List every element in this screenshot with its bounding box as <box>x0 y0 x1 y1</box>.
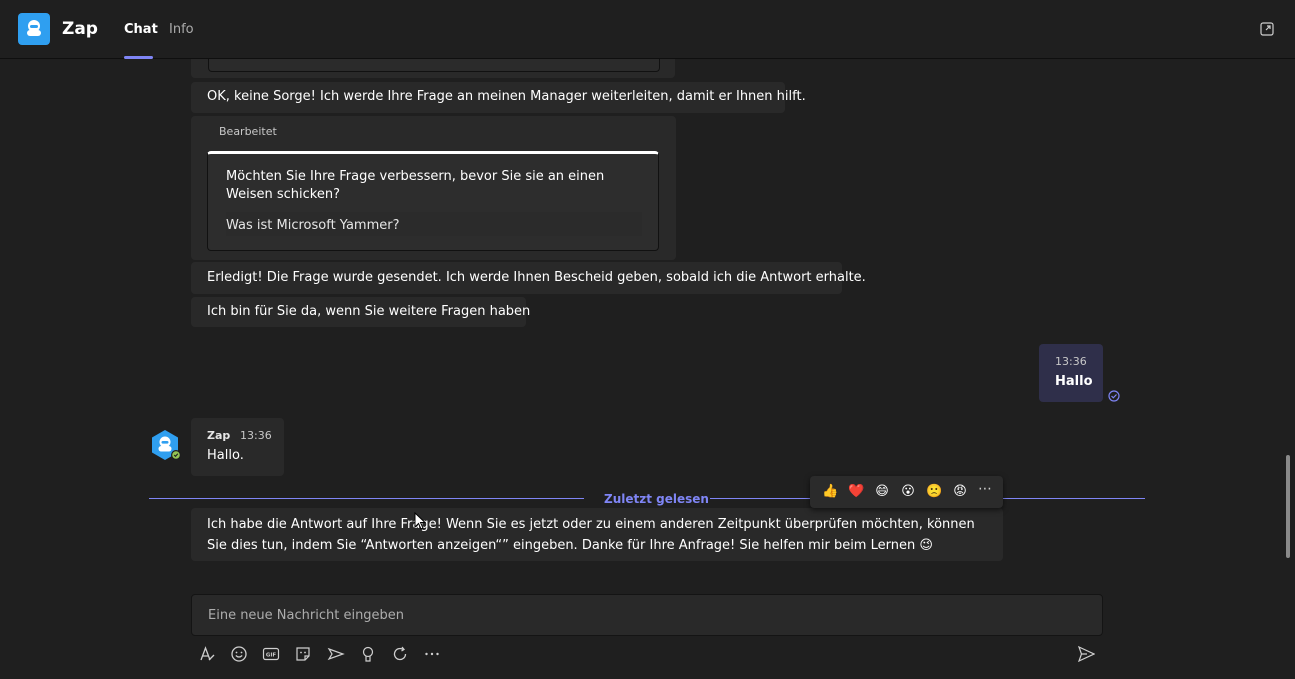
message-text: Erledigt! Die Frage wurde gesendet. Ich … <box>207 270 866 285</box>
self-message: 13:36 Hallo <box>1039 344 1103 402</box>
message-text: Ich bin für Sie da, wenn Sie weitere Fra… <box>207 304 531 319</box>
card-answer: Was ist Microsoft Yammer? <box>226 218 400 233</box>
previous-card-bottom <box>191 59 675 78</box>
last-read-label: Zuletzt gelesen <box>604 492 709 506</box>
active-tab-indicator <box>124 56 153 59</box>
bot-message: Zap 13:36 Hallo. <box>191 418 284 476</box>
message-input[interactable] <box>192 595 1102 635</box>
tab-chat[interactable]: Chat <box>124 22 158 37</box>
send-icon[interactable] <box>1077 645 1096 663</box>
edited-label: Bearbeitet <box>219 125 277 138</box>
gif-icon[interactable]: GIF <box>262 645 280 663</box>
zap-logo-icon <box>18 13 50 45</box>
bot-card-message: Bearbeitet Möchten Sie Ihre Frage verbes… <box>191 116 676 260</box>
last-read-divider-left <box>149 498 584 499</box>
loop-icon[interactable] <box>391 645 409 663</box>
popout-icon[interactable] <box>1259 21 1275 37</box>
bot-message: Ich habe die Antwort auf Ihre Frage! Wen… <box>191 508 1003 561</box>
bot-message: OK, keine Sorge! Ich werde Ihre Frage an… <box>191 82 806 113</box>
reaction-bar: 👍 ❤️ 😄 😮 🙁 😡 ⋯ <box>810 476 1003 508</box>
message-text: Ich habe die Antwort auf Ihre Frage! Wen… <box>207 517 975 553</box>
bot-message: Ich bin für Sie da, wenn Sie weitere Fra… <box>191 297 530 327</box>
chat-scrollbar[interactable] <box>1286 455 1290 558</box>
format-icon[interactable] <box>198 645 216 663</box>
svg-text:GIF: GIF <box>266 653 277 659</box>
more-options-icon[interactable]: ⋯ <box>978 481 992 497</box>
laugh-reaction-icon[interactable]: 😄 <box>874 484 890 500</box>
schedule-meeting-icon[interactable] <box>327 645 345 663</box>
message-time: 13:36 <box>240 429 272 442</box>
message-text: Hallo. <box>207 448 244 463</box>
sad-reaction-icon[interactable]: 🙁 <box>926 484 942 500</box>
message-text: Hallo <box>1055 374 1093 389</box>
angry-reaction-icon[interactable]: 😡 <box>952 484 968 500</box>
message-composer[interactable] <box>191 594 1103 636</box>
message-text: OK, keine Sorge! Ich werde Ihre Frage an… <box>207 89 806 104</box>
tab-info[interactable]: Info <box>169 22 194 37</box>
bot-avatar[interactable] <box>149 429 181 461</box>
previous-card-inner <box>208 59 660 72</box>
adaptive-card: Möchten Sie Ihre Frage verbessern, bevor… <box>207 151 659 251</box>
emoji-icon[interactable] <box>230 645 248 663</box>
heart-reaction-icon[interactable]: ❤️ <box>848 484 864 500</box>
sender-name: Zap <box>207 429 231 442</box>
bot-message: Erledigt! Die Frage wurde gesendet. Ich … <box>191 262 866 294</box>
app-header: Zap Chat Info <box>0 0 1295 59</box>
like-reaction-icon[interactable]: 👍 <box>822 484 838 500</box>
mouse-cursor-icon <box>414 511 427 530</box>
read-receipt-icon <box>1108 387 1120 402</box>
card-question: Möchten Sie Ihre Frage verbessern, bevor… <box>226 169 605 202</box>
sticker-icon[interactable] <box>294 645 312 663</box>
app-title: Zap <box>62 19 98 39</box>
message-time: 13:36 <box>1055 355 1087 368</box>
surprised-reaction-icon[interactable]: 😮 <box>900 484 916 500</box>
more-actions-icon[interactable] <box>423 645 441 663</box>
praise-icon[interactable] <box>359 645 377 663</box>
